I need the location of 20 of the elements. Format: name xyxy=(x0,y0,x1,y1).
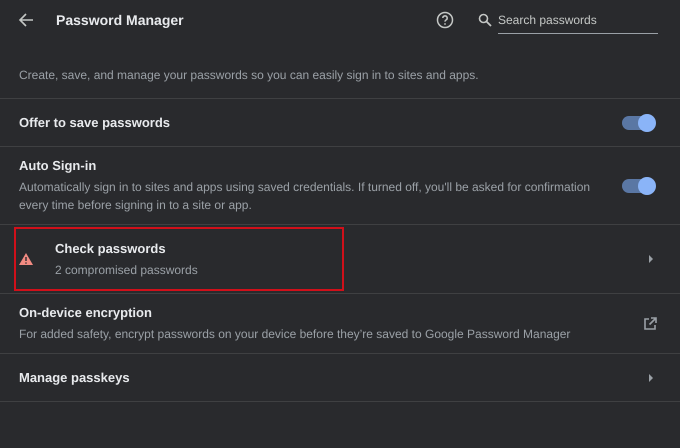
setting-description: For added safety, encrypt passwords on your device before they’re saved to Google Password Manager xyxy=(19,326,570,343)
setting-title: Offer to save passwords xyxy=(19,114,170,131)
setting-title: Auto Sign-in xyxy=(19,157,98,174)
setting-description: Automatically sign in to sites and apps using saved credentials. If turned off, you'll be asked for confirmation every time before signing in to a site or app. xyxy=(19,179,592,214)
page-description: Create, save, and manage your passwords so you can easily sign in to sites and apps. xyxy=(18,67,480,84)
setting-title: Check passwords xyxy=(55,240,167,256)
search-field[interactable]: Search passwords xyxy=(498,6,658,34)
page-title: Password Manager xyxy=(56,10,184,30)
caret-icon xyxy=(648,254,654,264)
setting-title: Manage passkeys xyxy=(19,369,130,386)
warning-icon xyxy=(19,253,33,265)
setting-title: On-device encryption xyxy=(19,304,153,321)
toggle-switch[interactable] xyxy=(622,176,656,196)
external-link-icon[interactable] xyxy=(642,316,658,332)
search-icon xyxy=(478,13,492,27)
setting-description: 2 compromised passwords xyxy=(55,262,198,278)
help-icon[interactable] xyxy=(436,11,454,29)
back-arrow-icon[interactable] xyxy=(18,12,34,28)
caret-icon xyxy=(648,372,654,382)
toggle-switch[interactable] xyxy=(622,112,656,132)
